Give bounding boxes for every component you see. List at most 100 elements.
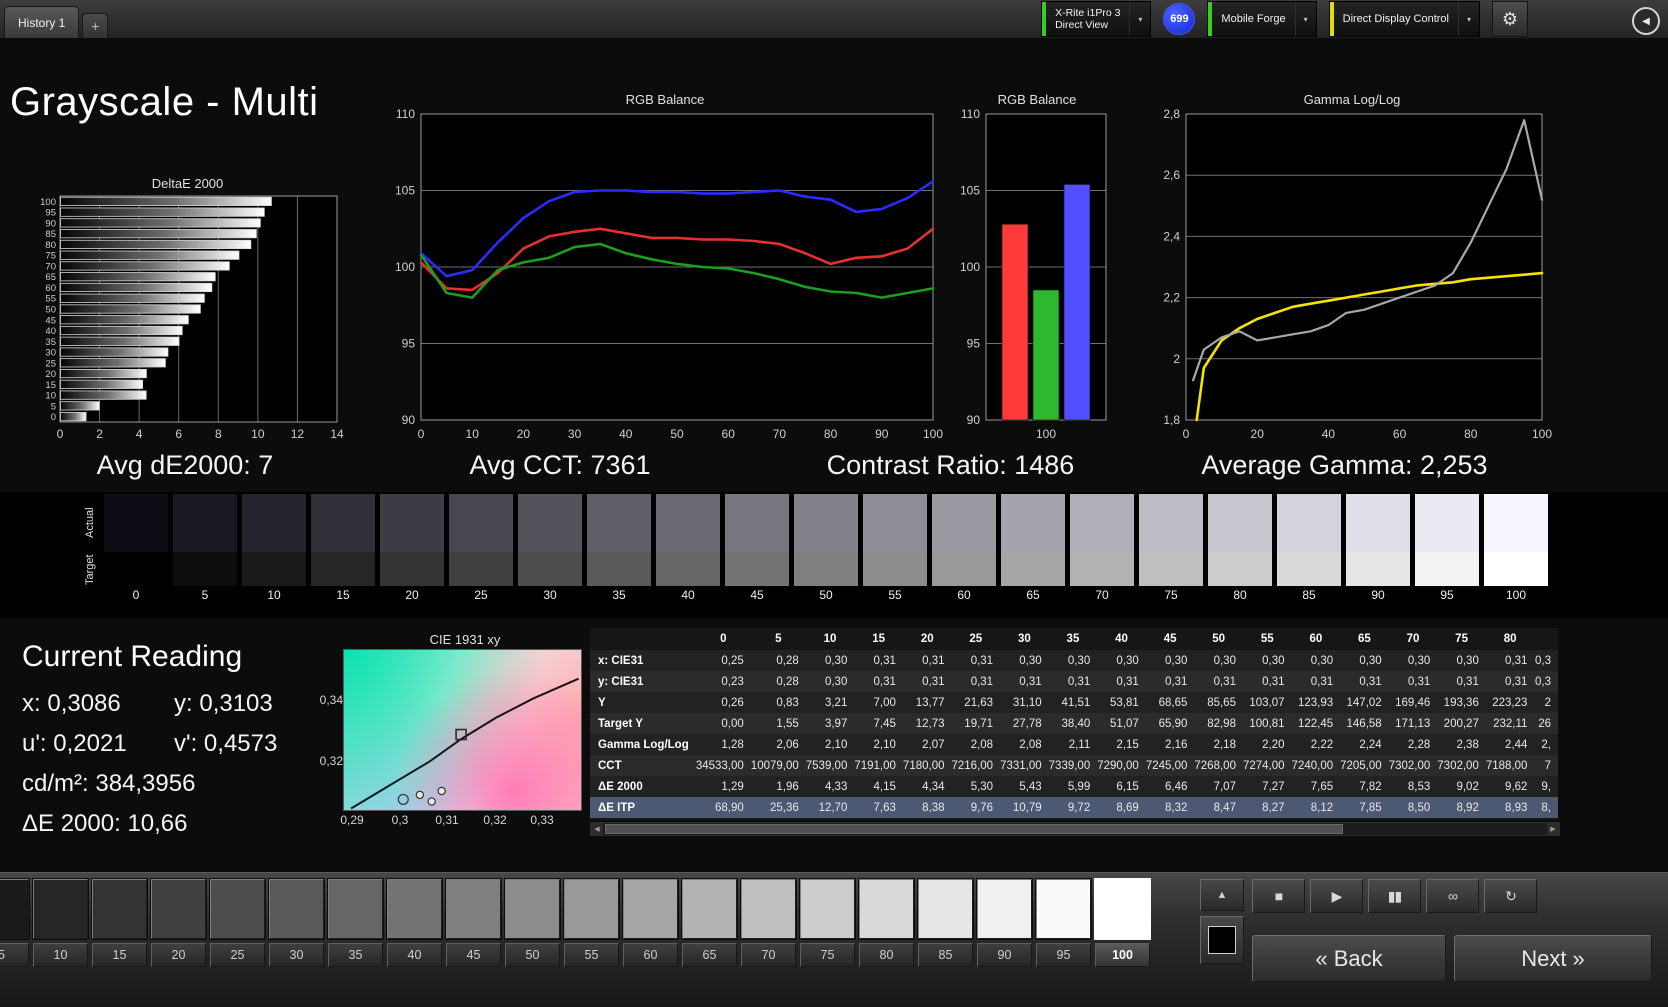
add-history-tab[interactable]: + [82, 13, 109, 38]
scrollbar-track[interactable] [603, 823, 1547, 835]
level-button-100[interactable]: 100 [1095, 879, 1150, 967]
svg-text:45: 45 [45, 315, 56, 326]
table-cell: 8,12 [1310, 801, 1334, 814]
table-cell: 2,44 [1505, 738, 1528, 751]
table-cell: 0,30 [1165, 654, 1188, 667]
level-button-5[interactable]: 5 [0, 879, 29, 967]
table-scrollbar[interactable]: ◀ ▶ [590, 822, 1560, 836]
session-count-badge[interactable]: 699 [1163, 3, 1196, 35]
table-cell: 7240,00 [1291, 759, 1334, 772]
level-swatch [1036, 879, 1091, 939]
meter-widget[interactable]: X-Rite i1Pro 3 Direct View ▾ [1041, 1, 1152, 37]
target-patch [518, 552, 582, 586]
scroll-right-arrow[interactable]: ▶ [1547, 823, 1559, 835]
svg-text:95: 95 [967, 337, 981, 351]
next-button[interactable]: Next » [1454, 935, 1652, 982]
svg-text:30: 30 [568, 427, 582, 441]
svg-text:105: 105 [395, 184, 415, 198]
table-cell: 2,18 [1213, 738, 1236, 751]
level-button-95[interactable]: 95 [1036, 879, 1091, 967]
svg-text:100: 100 [40, 197, 56, 208]
level-button-65[interactable]: 65 [682, 879, 737, 967]
svg-text:40: 40 [45, 326, 56, 337]
level-button-60[interactable]: 60 [623, 879, 678, 967]
transport-stop-button[interactable]: ■ [1252, 879, 1305, 913]
table-cell: 25,36 [769, 801, 799, 814]
level-button-35[interactable]: 35 [328, 879, 383, 967]
settings-button[interactable]: ⚙ [1492, 1, 1528, 37]
level-button-20[interactable]: 20 [151, 879, 206, 967]
reading-x-label: x: [22, 690, 41, 717]
table-row[interactable]: ΔE 2000 1,29 1,96 4,33 4,15 4,34 5,30 5,43 5,99 6… [590, 776, 1558, 797]
cie-ytick: 0,34 [319, 693, 343, 707]
strip-level-label: 75 [1164, 588, 1178, 602]
actual-patch [173, 494, 237, 552]
level-button-15[interactable]: 15 [92, 879, 147, 967]
source-widget[interactable]: Mobile Forge ▾ [1207, 1, 1317, 37]
strip-level-label: 60 [957, 588, 971, 602]
bottom-toolbar: 5 10 15 20 25 30 35 40 45 50 55 60 65 70 75 80 85 90 95 100… [0, 872, 1668, 1007]
transport-repeat-button[interactable]: ↻ [1484, 879, 1537, 913]
back-button[interactable]: « Back [1252, 935, 1446, 982]
level-label: 50 [505, 943, 560, 967]
table-cell: 0,31 [1019, 675, 1042, 688]
level-button-80[interactable]: 80 [859, 879, 914, 967]
column-header: 75 [1437, 628, 1486, 650]
pattern-window-button[interactable] [1200, 916, 1244, 964]
level-button-40[interactable]: 40 [387, 879, 442, 967]
transport-continuous-button[interactable]: ∞ [1426, 879, 1479, 913]
level-button-30[interactable]: 30 [269, 879, 324, 967]
table-cell: 3,97 [824, 717, 848, 730]
table-cell: 0,31 [873, 654, 896, 667]
grayscale-strip: Actual Target 0 5 10 15 20 25 30 35 40 45 50 55 60 65… [0, 492, 1668, 618]
table-row[interactable]: y: CIE31 0,23 0,28 0,30 0,31 0,31 0,31 0,31 0,31… [590, 671, 1558, 692]
table-cell: 232,11 [1493, 717, 1528, 730]
level-swatch [682, 879, 737, 939]
table-row[interactable]: CCT 34533,00 10079,00 7539,00 7191,00 7180,00… [590, 755, 1558, 776]
table-cell: 0,31 [1359, 675, 1382, 688]
table-row[interactable]: Gamma Log/Log 1,28 2,06 2,10 2,10 2,07 2,08 2,0… [590, 734, 1558, 755]
table-row[interactable]: x: CIE31 0,25 0,28 0,30 0,31 0,31 0,31 0,30 0,30… [590, 650, 1558, 671]
transport-pause-button[interactable]: ▮▮ [1368, 879, 1421, 913]
table-cell: 2,15 [1116, 738, 1139, 751]
level-button-25[interactable]: 25 [210, 879, 265, 967]
pattern-up-button[interactable]: ▲ [1200, 879, 1244, 911]
table-cell: 12,73 [915, 717, 945, 730]
strip-row-label-target: Target [84, 554, 96, 586]
table-cell: 5,43 [1019, 780, 1042, 793]
reading-de2000-label: ΔE 2000: [22, 810, 121, 837]
reading-u-value: 0,2021 [53, 730, 127, 757]
table-cell: 4,15 [873, 780, 896, 793]
level-button-70[interactable]: 70 [741, 879, 796, 967]
table-cell: 8,47 [1213, 801, 1236, 814]
level-swatch [741, 879, 796, 939]
transport-play-button[interactable]: ▶ [1310, 879, 1363, 913]
scroll-left-arrow[interactable]: ◀ [591, 823, 603, 835]
level-button-50[interactable]: 50 [505, 879, 560, 967]
scrollbar-thumb[interactable] [605, 824, 1344, 834]
table-cell: 5,30 [970, 780, 994, 793]
level-button-90[interactable]: 90 [977, 879, 1032, 967]
strip-level-label: 5 [201, 588, 209, 602]
level-button-75[interactable]: 75 [800, 879, 855, 967]
table-cell: 7339,00 [1048, 759, 1091, 772]
level-button-55[interactable]: 55 [564, 879, 619, 967]
level-button-85[interactable]: 85 [918, 879, 973, 967]
display-control-widget[interactable]: Direct Display Control ▾ [1328, 1, 1480, 37]
collapse-panel-button[interactable]: ◀ [1632, 7, 1660, 35]
table-cell: 10,79 [1012, 801, 1042, 814]
table-row[interactable]: ΔE ITP 68,90 25,36 12,70 7,63 8,38 9,76 10,79 9,… [590, 797, 1558, 818]
svg-text:25: 25 [45, 358, 56, 369]
level-button-45[interactable]: 45 [446, 879, 501, 967]
rgb-balance-line-chart: 11010510095900 10 20 30 40 50 60 70 80 90 100 [395, 108, 943, 441]
table-row[interactable]: Target Y 0,00 1,55 3,97 7,45 12,73 19,71 27,78 3… [590, 713, 1558, 734]
level-button-10[interactable]: 10 [33, 879, 88, 967]
reading-de2000: ΔE 2000: 10,66 [22, 810, 332, 838]
history-tab[interactable]: History 1 [4, 6, 80, 38]
level-swatch [918, 879, 973, 939]
svg-text:20: 20 [45, 369, 56, 380]
table-row[interactable]: Y 0,26 0,83 3,21 7,00 13,77 21,63 31,10 41,51 53,… [590, 692, 1558, 713]
meter-mode: Direct View [1055, 19, 1108, 31]
svg-text:40: 40 [619, 427, 633, 441]
table-cell: 9, [1541, 780, 1551, 793]
